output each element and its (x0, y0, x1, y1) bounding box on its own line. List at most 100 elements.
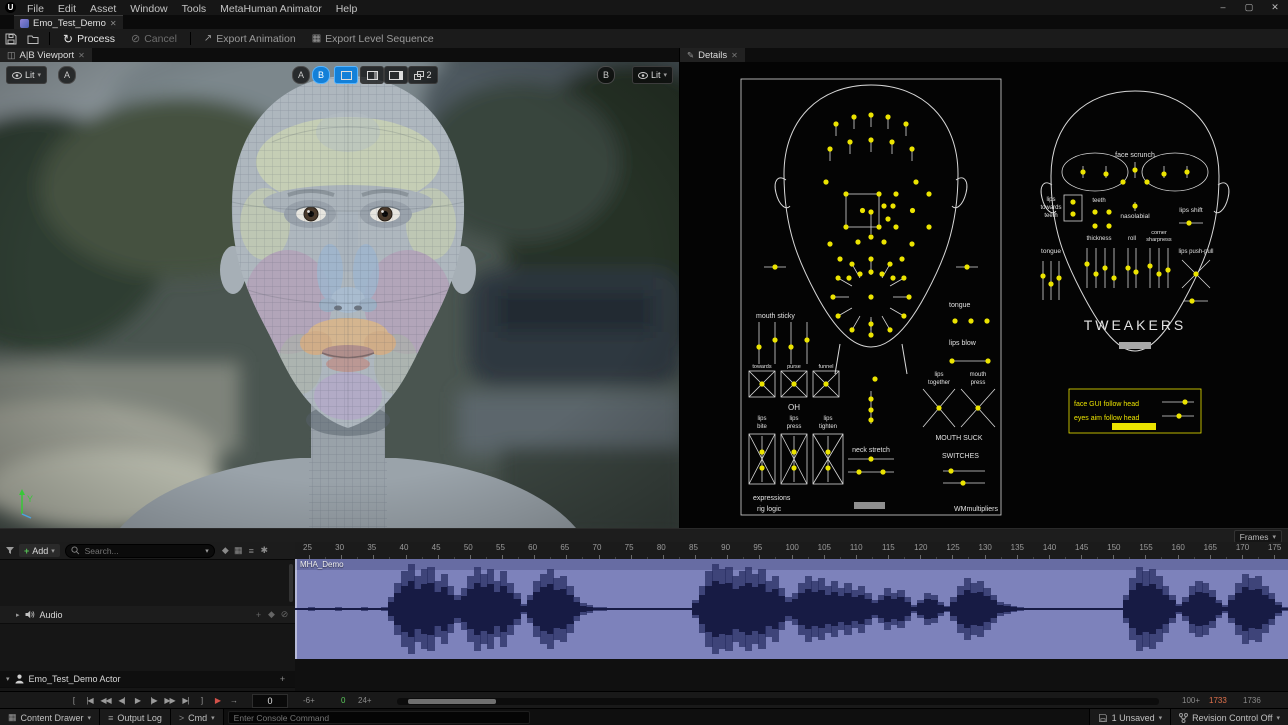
content-drawer-button[interactable]: ▦ Content Drawer ▾ (0, 709, 100, 725)
control-dot[interactable] (868, 396, 873, 401)
asset-tab-close-icon[interactable]: ✕ (110, 19, 117, 28)
control-dot[interactable] (881, 203, 886, 208)
maximize-button[interactable]: ▢ (1236, 0, 1262, 15)
control-dot[interactable] (759, 465, 764, 470)
control-dot[interactable] (1070, 211, 1075, 216)
control-dot[interactable] (849, 327, 854, 332)
asset-tab-emo-test-demo[interactable]: Emo_Test_Demo ✕ (14, 15, 123, 30)
control-dot[interactable] (948, 468, 953, 473)
control-dot[interactable] (823, 381, 828, 386)
control-dot[interactable] (756, 344, 761, 349)
timeline-ruler[interactable]: 2530354045505560657075808590951001051101… (295, 542, 1288, 560)
step-back-button[interactable]: ◀| (114, 694, 129, 707)
export-level-sequence-button[interactable]: ▦ Export Level Sequence (304, 29, 442, 48)
step-forward-button[interactable]: |▶ (146, 694, 161, 707)
control-dot[interactable] (804, 337, 809, 342)
play-button[interactable]: ▶ (130, 694, 145, 707)
control-dot[interactable] (1092, 223, 1097, 228)
control-dot[interactable] (1056, 275, 1061, 280)
track-list-scrollbar[interactable] (289, 564, 293, 602)
control-dot[interactable] (1193, 271, 1198, 276)
control-dot[interactable] (899, 256, 904, 261)
chin-slider[interactable] (1119, 342, 1151, 349)
control-dot[interactable] (825, 449, 830, 454)
toggle-view-b[interactable]: B (312, 66, 330, 84)
control-dot[interactable] (1070, 199, 1075, 204)
audio-waveform-track[interactable]: MHA_Demo (295, 559, 1288, 659)
split-view-button[interactable] (360, 66, 384, 84)
actor-track-row[interactable]: ▾ Emo_Test_Demo Actor + (0, 671, 295, 688)
control-dot[interactable] (1040, 273, 1045, 278)
record-button[interactable]: ▶ (210, 694, 225, 707)
control-dot[interactable] (1161, 171, 1166, 176)
marker-icon[interactable]: ◆ (219, 545, 232, 556)
sequencer-timeline[interactable]: 2530354045505560657075808590951001051101… (295, 542, 1288, 691)
toggle-view-a[interactable]: A (292, 66, 310, 84)
audio-track-row[interactable]: ▸ Audio + ◆ ⊘ (0, 606, 295, 624)
prev-key-button[interactable]: ◀◀ (98, 694, 113, 707)
minimize-button[interactable]: – (1210, 0, 1236, 15)
control-dot[interactable] (885, 216, 890, 221)
control-dot[interactable] (772, 264, 777, 269)
control-dot[interactable] (1102, 265, 1107, 270)
face-gui-board[interactable]: mouth stickytonguelips blowtowardspursef… (680, 62, 1288, 528)
next-key-button[interactable]: ▶▶ (162, 694, 177, 707)
go-to-end-button[interactable]: ▶| (178, 694, 193, 707)
control-dot[interactable] (835, 313, 840, 318)
control-dot[interactable] (1132, 203, 1137, 208)
control-dot[interactable] (893, 224, 898, 229)
control-dot[interactable] (960, 480, 965, 485)
control-dot[interactable] (827, 146, 832, 151)
control-dot[interactable] (893, 191, 898, 196)
control-dot[interactable] (936, 405, 941, 410)
control-dot[interactable] (833, 121, 838, 126)
viewport-a-badge-left[interactable]: A (58, 66, 76, 84)
control-dot[interactable] (843, 191, 848, 196)
control-dot[interactable] (868, 332, 873, 337)
control-dot[interactable] (975, 405, 980, 410)
control-dot[interactable] (901, 313, 906, 318)
control-dot[interactable] (985, 358, 990, 363)
control-dot[interactable] (887, 327, 892, 332)
control-dot[interactable] (1165, 267, 1170, 272)
control-dot[interactable] (1106, 209, 1111, 214)
control-dot[interactable] (868, 321, 873, 326)
control-dot[interactable] (1120, 179, 1125, 184)
control-dot[interactable] (788, 344, 793, 349)
control-dot[interactable] (849, 261, 854, 266)
control-dot[interactable] (1184, 169, 1189, 174)
process-button[interactable]: ↻ Process (55, 29, 123, 48)
control-dot[interactable] (1132, 167, 1137, 172)
cmd-dropdown[interactable]: > Cmd ▾ (171, 709, 224, 725)
control-dot[interactable] (949, 358, 954, 363)
tab-ab-viewport[interactable]: ◫ A|B Viewport ✕ (0, 48, 92, 62)
unreal-logo-icon[interactable]: U (5, 2, 16, 13)
3d-viewport[interactable]: Y Lit ▾ A A B 2 B Lit ▾ (0, 62, 679, 528)
control-dot[interactable] (901, 275, 906, 280)
control-dot[interactable] (868, 137, 873, 142)
control-dot[interactable] (855, 239, 860, 244)
jaw-slider[interactable] (854, 502, 885, 509)
add-track-to-actor-icon[interactable]: + (276, 674, 289, 684)
control-dot[interactable] (879, 271, 884, 276)
control-dot[interactable] (1080, 169, 1085, 174)
view-mode-lit-left[interactable]: Lit ▾ (6, 66, 47, 84)
control-dot[interactable] (1103, 171, 1108, 176)
control-dot[interactable] (890, 275, 895, 280)
control-dot[interactable] (887, 261, 892, 266)
set-playback-start-button[interactable]: [ (66, 694, 81, 707)
control-dot[interactable] (868, 294, 873, 299)
control-dot[interactable] (791, 465, 796, 470)
control-dot[interactable] (759, 381, 764, 386)
view-mode-lit-right[interactable]: Lit ▾ (632, 66, 673, 84)
control-dot[interactable] (880, 469, 885, 474)
control-dot[interactable] (860, 208, 865, 213)
control-dot[interactable] (876, 191, 881, 196)
control-dot[interactable] (868, 209, 873, 214)
working-range-start[interactable]: 24+ (358, 696, 372, 705)
export-animation-button[interactable]: ↗ Export Animation (196, 29, 304, 48)
control-dot[interactable] (868, 112, 873, 117)
control-dot[interactable] (913, 179, 918, 184)
control-dot[interactable] (759, 449, 764, 454)
control-dot[interactable] (837, 256, 842, 261)
